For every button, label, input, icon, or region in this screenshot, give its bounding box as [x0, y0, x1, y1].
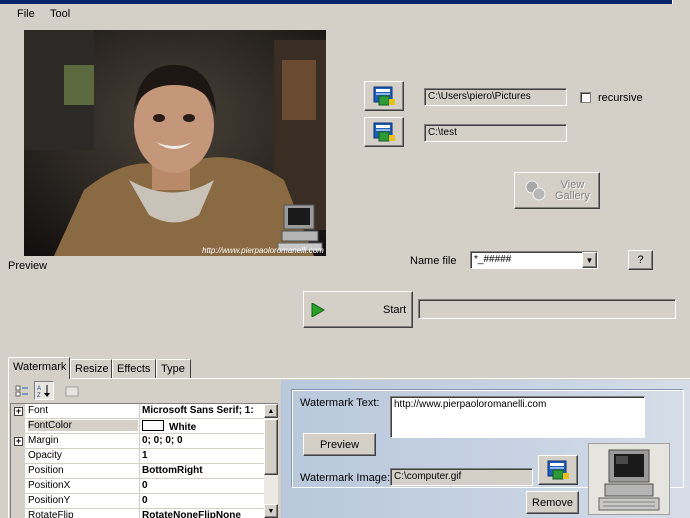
property-name: PositionY — [28, 495, 71, 506]
computer-icon — [598, 449, 660, 511]
watermark-text-label: Watermark Text: — [300, 397, 380, 409]
recursive-checkbox[interactable] — [580, 92, 591, 103]
categorized-button[interactable] — [12, 381, 32, 400]
tab-watermark[interactable]: Watermark — [8, 357, 70, 379]
start-button[interactable]: Start — [303, 291, 413, 328]
property-pages-icon — [65, 386, 79, 396]
property-grid-scrollbar[interactable]: ▲ ▼ — [264, 404, 278, 518]
property-value[interactable]: RotateNoneFlipNone — [142, 510, 264, 518]
folder-browse-icon — [547, 460, 569, 480]
view-gallery-icon — [525, 180, 546, 200]
preview-watermark-text: http://www.pierpaoloromanelli.com — [202, 246, 324, 255]
property-name: Margin — [28, 435, 59, 446]
property-row-position[interactable]: Position BottomRight — [11, 464, 265, 479]
property-name: Opacity — [28, 450, 62, 461]
property-name: Font — [28, 405, 49, 416]
watermark-image-label: Watermark Image: — [300, 472, 391, 484]
chevron-down-icon: ▼ — [267, 507, 275, 515]
svg-text:A: A — [37, 386, 41, 392]
view-gallery-label-2: Gallery — [555, 189, 590, 202]
expand-icon[interactable]: + — [14, 407, 23, 416]
property-grid-toolbar: A Z — [10, 380, 278, 402]
folder-browse-icon — [373, 86, 395, 106]
help-button-label: ? — [637, 254, 644, 266]
color-swatch — [142, 420, 164, 431]
property-value[interactable]: Microsoft Sans Serif; 1: — [142, 405, 264, 416]
progress-bar — [418, 299, 676, 319]
property-name: Position — [28, 465, 64, 476]
name-file-value: *_##### — [474, 254, 512, 265]
folder-browse-icon — [373, 122, 395, 142]
property-value[interactable]: 0; 0; 0; 0 — [142, 435, 264, 446]
property-pages-button[interactable] — [62, 381, 82, 400]
svg-text:Z: Z — [37, 393, 41, 398]
name-file-dropdown-button[interactable]: ▼ — [582, 252, 597, 268]
dest-folder-field[interactable]: C:\test — [424, 124, 567, 142]
property-row-rotateflip[interactable]: RotateFlip RotateNoneFlipNone — [11, 509, 265, 518]
property-grid: + Font Microsoft Sans Serif; 1: FontColo… — [10, 403, 278, 518]
categorized-sort-icon — [15, 385, 28, 396]
preview-image: http://www.pierpaoloromanelli.com — [24, 30, 326, 256]
menu-bar — [0, 4, 690, 24]
start-label: Start — [383, 303, 407, 316]
source-folder-field[interactable]: C:\Users\piero\Pictures — [424, 88, 567, 106]
name-file-label: Name file — [410, 255, 457, 267]
browse-watermark-image-button[interactable] — [538, 455, 578, 485]
scroll-thumb[interactable] — [264, 419, 278, 475]
webcam-photo — [24, 30, 326, 256]
menu-tool[interactable]: Tool — [50, 8, 70, 20]
property-name: PositionX — [28, 480, 71, 491]
recursive-label: recursive — [598, 92, 643, 104]
property-value[interactable]: BottomRight — [142, 465, 264, 476]
property-value[interactable]: 0 — [142, 495, 264, 506]
property-value[interactable]: 0 — [142, 480, 264, 491]
scroll-down-button[interactable]: ▼ — [264, 504, 278, 518]
property-value[interactable]: 1 — [142, 450, 264, 461]
watermark-preview-button[interactable]: Preview — [303, 433, 376, 456]
remove-watermark-image-button[interactable]: Remove — [526, 491, 579, 514]
name-file-combo[interactable]: *_##### — [470, 251, 598, 269]
expand-icon[interactable]: + — [14, 437, 23, 446]
property-name: FontColor — [28, 420, 138, 431]
chevron-down-icon: ▼ — [585, 255, 594, 265]
alphabetical-button[interactable]: A Z — [34, 381, 54, 400]
tab-resize[interactable]: Resize — [70, 359, 112, 378]
property-value: White — [169, 422, 197, 433]
property-value-fontcolor[interactable]: White — [142, 420, 264, 433]
browse-dest-folder-button[interactable] — [364, 117, 404, 147]
play-icon — [311, 302, 325, 317]
alphabetical-sort-icon: A Z — [37, 384, 50, 398]
tab-type[interactable]: Type — [156, 359, 191, 378]
property-name: RotateFlip — [28, 510, 74, 518]
view-gallery-label-1: View — [560, 178, 585, 191]
help-button[interactable]: ? — [628, 250, 653, 270]
property-row-margin[interactable]: + Margin 0; 0; 0; 0 — [11, 434, 265, 449]
browse-source-folder-button[interactable] — [364, 81, 404, 111]
property-row-positiony[interactable]: PositionY 0 — [11, 494, 265, 509]
menu-file[interactable]: File — [17, 8, 35, 20]
property-row-font[interactable]: + Font Microsoft Sans Serif; 1: — [11, 404, 265, 419]
tab-effects[interactable]: Effects — [112, 359, 156, 378]
scroll-up-button[interactable]: ▲ — [264, 404, 278, 418]
watermark-image-preview — [588, 443, 670, 515]
chevron-up-icon: ▲ — [267, 407, 275, 415]
watermark-preview-label: Preview — [319, 438, 360, 451]
watermark-text-input[interactable]: http://www.pierpaoloromanelli.com — [390, 396, 645, 438]
preview-label: Preview — [8, 260, 48, 272]
watermark-image-field[interactable]: C:\computer.gif — [390, 468, 533, 486]
property-row-positionx[interactable]: PositionX 0 — [11, 479, 265, 494]
property-row-fontcolor[interactable]: FontColor White — [11, 419, 265, 434]
remove-label: Remove — [532, 496, 573, 509]
property-row-opacity[interactable]: Opacity 1 — [11, 449, 265, 464]
view-gallery-button[interactable]: View Gallery — [514, 172, 600, 209]
